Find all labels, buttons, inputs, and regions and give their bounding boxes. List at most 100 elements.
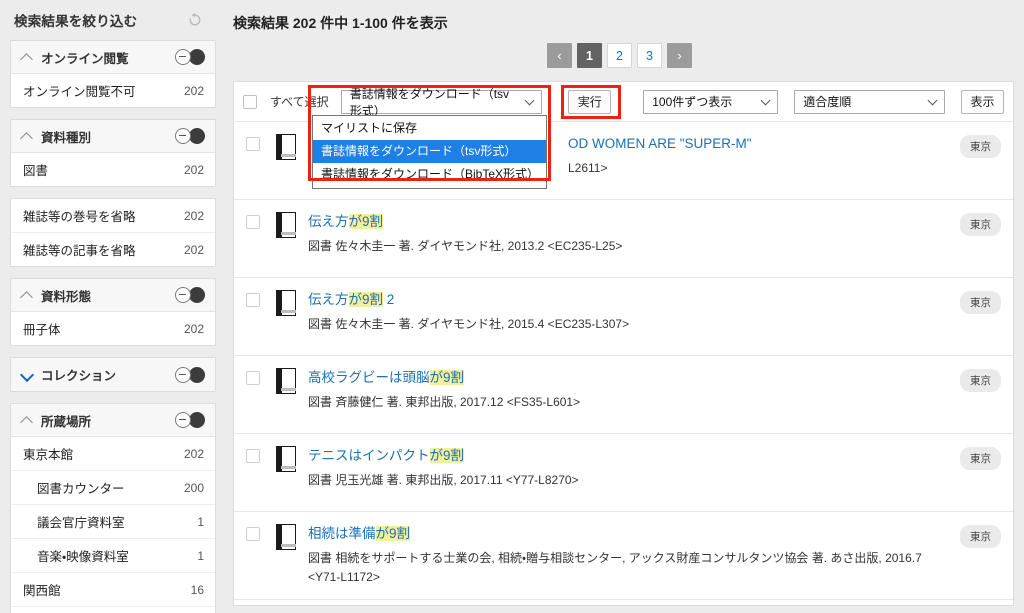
facet-group-header[interactable]: コレクション: [11, 358, 215, 391]
search-term-highlight: が9割: [375, 526, 411, 541]
facet-item-label: 雑誌等の巻号を省略: [23, 210, 136, 224]
search-term-highlight: が9割: [348, 214, 384, 229]
book-icon: [276, 212, 296, 238]
facet-group: オンライン閲覧オンライン閲覧不可 202: [10, 40, 216, 108]
facet-item[interactable]: 議会官庁資料室 1: [11, 505, 215, 539]
facet-group-header[interactable]: 所蔵場所: [11, 404, 215, 437]
sidebar-header: 検索結果を絞り込む: [0, 0, 216, 40]
result-checkbox[interactable]: [246, 215, 260, 229]
facet-group-label: 資料種別: [41, 130, 92, 145]
facet-item-count: 1: [197, 548, 204, 563]
facet-item[interactable]: 音楽・映像資料室 1: [11, 539, 215, 573]
download-format-dropdown[interactable]: マイリストに保存 書誌情報をダウンロード（tsv形式） 書誌情報をダウンロード（Bi…: [312, 115, 547, 189]
chevron-up-icon: [21, 51, 33, 63]
result-title-link[interactable]: 高校ラグビーは頭脳が9割: [308, 368, 950, 387]
result-description: 図書 斉藤健仁 著. 東邦出版, 2017.12 <FS35-L601>: [308, 395, 581, 409]
result-body: 相続は準備が9割 図書 相続をサポートする士業の会, 相続・贈与相談センター, ア…: [308, 524, 960, 587]
sort-order-select[interactable]: 適合度順: [794, 89, 945, 114]
facet-item-count: 202: [183, 242, 204, 257]
facet-item-label: オンライン閲覧不可: [23, 85, 136, 99]
facet-item-count: 202: [183, 162, 204, 177]
pagination-page-1[interactable]: 1: [577, 43, 602, 68]
result-row: 伝え方が9割 2 図書 佐々木圭一 著. ダイヤモンド社, 2015.4 <EC2…: [234, 278, 1013, 356]
pagination-page-3[interactable]: 3: [637, 43, 662, 68]
facet-group: コレクション: [10, 357, 216, 392]
download-format-select[interactable]: 書誌情報をダウンロード（tsv形式）: [340, 87, 543, 118]
result-body: 伝え方が9割 図書 佐々木圭一 著. ダイヤモンド社, 2013.2 <EC235…: [308, 212, 960, 256]
facet-toggle-switch[interactable]: [175, 412, 205, 428]
result-description: 図書 佐々木圭一 著. ダイヤモンド社, 2015.4 <EC235-L307>: [308, 317, 630, 331]
pagination-page-2[interactable]: 2: [607, 43, 632, 68]
per-page-select[interactable]: 100件ずつ表示: [643, 89, 779, 114]
pagination-next[interactable]: ›: [667, 43, 692, 68]
facet-item[interactable]: 雑誌等の記事を省略 202: [11, 233, 215, 266]
result-body: テニスはインパクトが9割図書 児玉光雄 著. 東邦出版, 2017.11 <Y7…: [308, 446, 960, 490]
book-icon: [276, 446, 296, 472]
facet-item[interactable]: オンライン閲覧不可 202: [11, 74, 215, 107]
facet-group-header[interactable]: 資料種別: [11, 120, 215, 153]
pagination-pages: 123: [577, 43, 662, 68]
facet-group-header[interactable]: 資料形態: [11, 279, 215, 312]
result-title-link[interactable]: テニスはインパクトが9割: [308, 446, 950, 465]
chevron-down-icon: [929, 97, 938, 106]
reset-icon[interactable]: [186, 11, 204, 29]
select-all-label: すべて選択: [270, 95, 329, 109]
result-checkbox[interactable]: [246, 527, 260, 541]
dropdown-option-2[interactable]: 書誌情報をダウンロード（BibTeX形式）: [313, 163, 546, 186]
facet-item-count: 200: [183, 480, 204, 495]
book-icon: [276, 134, 296, 160]
facet-toggle-switch[interactable]: [175, 287, 205, 303]
chevron-down-icon: [21, 369, 33, 381]
display-button[interactable]: 表示: [961, 89, 1005, 114]
facet-item[interactable]: 総合閲覧室・書庫16: [11, 607, 215, 613]
result-description: 図書 児玉光雄 著. 東邦出版, 2017.11 <Y77-L8270>: [308, 473, 579, 487]
facet-item[interactable]: 図書カウンター 200: [11, 471, 215, 505]
page-root: 検索結果を絞り込む オンライン閲覧 オンライン閲覧不可 202 資料種別 図書 202 雑誌…: [0, 0, 1024, 613]
select-all-checkbox[interactable]: [243, 94, 257, 109]
dropdown-option-1[interactable]: 書誌情報をダウンロード（tsv形式）: [313, 140, 546, 163]
facet-item-label: 冊子体: [23, 323, 61, 337]
facet-toggle-switch[interactable]: [175, 49, 205, 65]
main-content: 検索結果 202 件中 1-100 件を表示 ‹ 123 › すべて選択 書誌情…: [225, 0, 1024, 613]
facet-group-label: オンライン閲覧: [41, 51, 129, 66]
per-page-value: 100件ずつ表示: [652, 95, 733, 109]
facet-toggle-switch[interactable]: [175, 366, 205, 383]
facet-item[interactable]: 東京本館 202: [11, 437, 215, 471]
facet-item[interactable]: 雑誌等の巻号を省略 202: [11, 199, 215, 233]
facet-item[interactable]: 図書 202: [11, 153, 215, 186]
book-icon: [276, 524, 296, 550]
dropdown-option-0[interactable]: マイリストに保存: [313, 117, 546, 140]
facet-item[interactable]: 冊子体 202: [11, 312, 215, 345]
facet-item-count: 16: [190, 582, 204, 597]
result-row: 相続は準備が9割 図書 相続をサポートする士業の会, 相続・贈与相談センター, ア…: [234, 512, 1013, 600]
facet-group: 所蔵場所 東京本館 202 図書カウンター 200 議会官庁資料室 1 音楽・映像資料室 1 関西…: [10, 403, 216, 613]
facet-group-label: コレクション: [41, 369, 117, 383]
facet-item-count: 202: [183, 321, 204, 336]
facet-toggle-switch[interactable]: [175, 128, 205, 144]
result-checkbox[interactable]: [246, 449, 260, 463]
pagination-prev[interactable]: ‹: [547, 43, 572, 68]
book-icon: [276, 290, 296, 316]
result-body: 伝え方が9割 2 図書 佐々木圭一 著. ダイヤモンド社, 2015.4 <EC2…: [308, 290, 960, 334]
chevron-down-icon: [762, 97, 771, 106]
result-checkbox[interactable]: [246, 371, 260, 385]
facet-item-label: 東京本館: [23, 448, 74, 462]
facet-group: 雑誌等の巻号を省略 202 雑誌等の記事を省略 202: [10, 198, 216, 267]
facet-item-count: 202: [183, 83, 204, 98]
facet-group: 資料種別図書 202: [10, 119, 216, 187]
run-button[interactable]: 実行: [568, 89, 612, 114]
result-title-link[interactable]: 相続は準備が9割: [308, 524, 950, 543]
result-body: 高校ラグビーは頭脳が9割図書 斉藤健仁 著. 東邦出版, 2017.12 <FS…: [308, 368, 960, 412]
facet-group-header[interactable]: オンライン閲覧: [11, 41, 215, 74]
facet-item[interactable]: 関西館 16: [11, 573, 215, 607]
result-checkbox[interactable]: [246, 137, 260, 151]
result-row: テニスはインパクトが9割図書 児玉光雄 著. 東邦出版, 2017.11 <Y7…: [234, 434, 1013, 512]
result-title-link[interactable]: 伝え方が9割: [308, 212, 950, 231]
facet-group-label: 資料形態: [41, 289, 92, 304]
result-title-link[interactable]: 伝え方が9割 2: [308, 290, 950, 309]
facet-sidebar: 検索結果を絞り込む オンライン閲覧 オンライン閲覧不可 202 資料種別 図書 202 雑誌…: [0, 0, 225, 613]
location-badge: 東京: [960, 213, 1001, 236]
facet-item-label: 雑誌等の記事を省略: [23, 244, 136, 258]
results-panel: すべて選択 書誌情報をダウンロード（tsv形式） 実行 100件ずつ表示 適合度…: [233, 81, 1014, 606]
result-checkbox[interactable]: [246, 293, 260, 307]
